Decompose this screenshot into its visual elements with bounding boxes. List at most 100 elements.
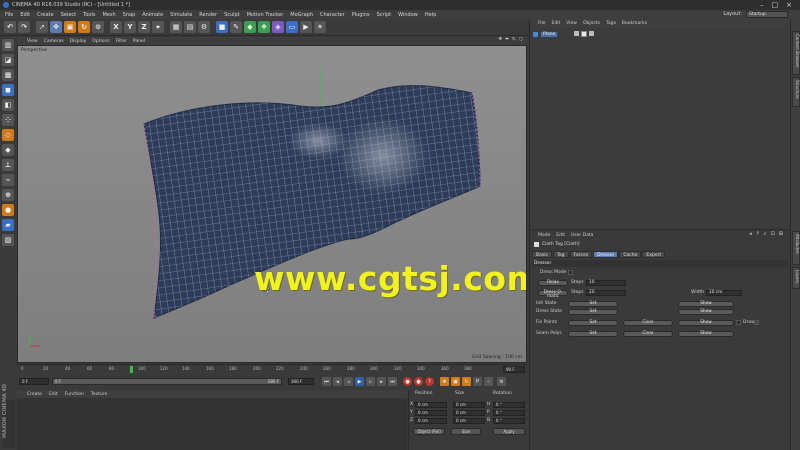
tab-dresser[interactable]: Dresser [593, 251, 619, 258]
render-picture-viewer-icon[interactable]: ▤ [184, 21, 196, 33]
points-mode-icon[interactable]: ⁘ [2, 114, 14, 126]
tab-cache[interactable]: Cache [619, 251, 642, 258]
width-field[interactable]: 10 cm [706, 290, 742, 296]
tab-tag[interactable]: Tag [552, 251, 569, 258]
floor-icon[interactable]: ▭ [286, 21, 298, 33]
init-state-set-button[interactable]: Set [568, 301, 618, 307]
rotation-p-field[interactable]: 0 ° [493, 410, 525, 416]
viewport-menu-display[interactable]: Display [70, 39, 87, 44]
axis-mode-icon[interactable]: ⊥ [2, 159, 14, 171]
visibility-dot-icon[interactable] [574, 31, 580, 36]
menu-animate[interactable]: Animate [142, 12, 163, 18]
material-menu-texture[interactable]: Texture [91, 392, 107, 397]
cloner-icon[interactable]: ❖ [258, 21, 270, 33]
am-menu-edit[interactable]: Edit [556, 233, 565, 238]
menu-snap[interactable]: Snap [123, 12, 136, 18]
timeline-menu-icon[interactable]: ≡ [497, 377, 506, 386]
search-icon[interactable]: ⌕ [764, 231, 767, 237]
dress-state-set-button[interactable]: Set [568, 309, 618, 315]
play-icon[interactable]: ▶ [355, 377, 364, 386]
tab-content-browser[interactable]: Content Browser [792, 31, 800, 75]
layout-select[interactable]: Startup [746, 11, 788, 18]
material-menu-create[interactable]: Create [27, 392, 42, 397]
viewport-menu-view[interactable]: View [27, 39, 38, 44]
up-arrow-icon[interactable]: ↑ [756, 231, 760, 237]
om-menu-objects[interactable]: Objects [583, 21, 600, 26]
edges-mode-icon[interactable]: ◇ [2, 129, 14, 141]
record-active-icon[interactable]: ● [403, 377, 412, 386]
coordinate-system-icon[interactable]: ⌖ [152, 21, 164, 33]
am-menu-user-data[interactable]: User Data [571, 233, 593, 238]
cube-icon[interactable]: ■ [216, 21, 228, 33]
fix-points-clear-button[interactable]: Clear [623, 320, 673, 326]
relax-button[interactable]: Relax [538, 280, 568, 286]
timeline-ruler[interactable]: 0 20 40 60 80 100 120 140 160 180 200 22… [17, 364, 527, 374]
position-key-icon[interactable]: ✥ [440, 377, 449, 386]
menu-tools[interactable]: Tools [83, 12, 95, 18]
solo-icon[interactable]: ▨ [2, 234, 14, 246]
scale-icon[interactable]: ▣ [64, 21, 76, 33]
current-frame-field[interactable]: 90 F [503, 366, 525, 373]
viewport-menu-panel[interactable]: Panel [133, 39, 145, 44]
render-settings-icon[interactable]: ⚙ [198, 21, 210, 33]
menu-simulate[interactable]: Simulate [170, 12, 192, 18]
rotation-h-field[interactable]: 0 ° [493, 402, 525, 408]
tab-attributes[interactable]: Attributes [792, 231, 800, 265]
pen-icon[interactable]: ✎ [230, 21, 242, 33]
size-y-field[interactable]: 0 cm [453, 410, 485, 416]
timeline-playhead[interactable] [130, 366, 133, 373]
dress-state-show-button[interactable]: Show [678, 309, 734, 315]
menu-script[interactable]: Script [377, 12, 392, 18]
rotation-b-field[interactable]: 0 ° [493, 418, 525, 424]
previous-frame-icon[interactable]: ◃ [344, 377, 353, 386]
tab-structure[interactable]: Structure [792, 77, 800, 107]
menu-mesh[interactable]: Mesh [102, 12, 115, 18]
autokey-icon[interactable]: ● [414, 377, 423, 386]
position-y-field[interactable]: 0 cm [415, 410, 447, 416]
init-state-show-button[interactable]: Show [678, 301, 734, 307]
viewport-menu-options[interactable]: Options [92, 39, 109, 44]
menu-window[interactable]: Window [398, 12, 418, 18]
texture-mode-icon[interactable]: ◪ [2, 54, 14, 66]
scale-key-icon[interactable]: ▣ [451, 377, 460, 386]
rotate-icon[interactable]: ↻ [78, 21, 90, 33]
phong-tag-icon[interactable] [589, 31, 595, 36]
viewport-menu-filter[interactable]: Filter [116, 39, 127, 44]
redo-icon[interactable]: ↷ [18, 21, 30, 33]
perspective-viewport[interactable]: Perspective www.cgtsj.com Grid Spacing :… [17, 45, 527, 363]
light-icon[interactable]: ☀ [314, 21, 326, 33]
undo-icon[interactable]: ↶ [4, 21, 16, 33]
parameter-key-icon[interactable]: P [473, 377, 482, 386]
fix-points-show-button[interactable]: Show [678, 320, 734, 326]
cloth-tag-icon[interactable] [581, 31, 588, 37]
recent-tools-icon[interactable]: ⊙ [92, 21, 104, 33]
material-menu-function[interactable]: Function [65, 392, 84, 397]
om-menu-bookmarks[interactable]: Bookmarks [622, 21, 647, 26]
model-mode-icon[interactable]: ◼ [2, 84, 14, 96]
coordinate-mode-select[interactable]: Object (Rel) [413, 428, 445, 435]
object-row-plane[interactable]: Plane [533, 31, 595, 37]
menu-motion-tracker[interactable]: Motion Tracker [247, 12, 284, 18]
viewport-toggle-icon[interactable]: ▢ [519, 37, 523, 42]
y-axis-icon[interactable]: Y [124, 21, 136, 33]
previous-key-icon[interactable]: ◂ [333, 377, 342, 386]
preview-range-slider[interactable]: 0 F 280 F [52, 378, 282, 385]
lock-icon[interactable]: ⊡ [771, 231, 775, 237]
x-axis-icon[interactable]: X [110, 21, 122, 33]
move-icon[interactable]: ✥ [50, 21, 62, 33]
close-icon[interactable]: × [786, 1, 792, 9]
planar-workplane-icon[interactable]: ▰ [2, 219, 14, 231]
menu-select[interactable]: Select [61, 12, 76, 18]
am-menu-mode[interactable]: Mode [538, 233, 550, 238]
new-panel-icon[interactable]: ⊞ [779, 231, 783, 237]
minimize-icon[interactable]: – [760, 1, 764, 9]
live-selection-icon[interactable]: ➚ [36, 21, 48, 33]
workplane-icon[interactable]: ▩ [2, 69, 14, 81]
z-axis-icon[interactable]: Z [138, 21, 150, 33]
camera-icon[interactable]: ▶ [300, 21, 312, 33]
rotation-key-icon[interactable]: ↻ [462, 377, 471, 386]
om-menu-file[interactable]: File [538, 21, 546, 26]
menu-character[interactable]: Character [320, 12, 345, 18]
seam-polys-show-button[interactable]: Show [678, 331, 734, 337]
draw-radio[interactable] [736, 320, 741, 325]
